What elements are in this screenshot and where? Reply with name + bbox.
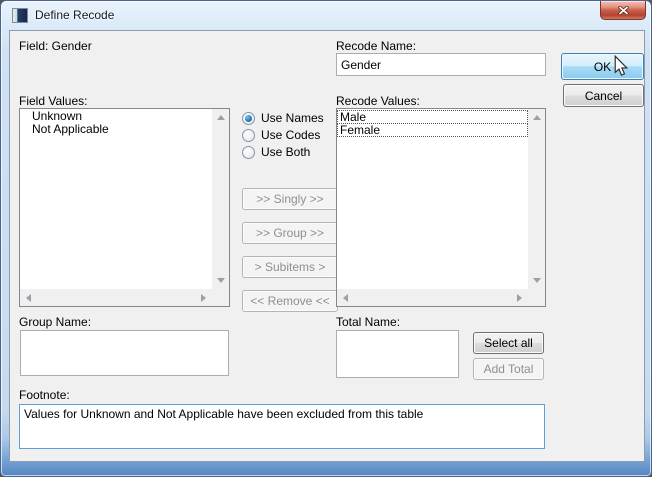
radio-unselected-icon — [242, 129, 255, 142]
cancel-button[interactable]: Cancel — [563, 84, 644, 107]
remove-button[interactable]: << Remove << — [242, 290, 338, 312]
group-button[interactable]: >> Group >> — [242, 222, 338, 244]
recode-values-label: Recode Values: — [336, 94, 420, 108]
radio-use-both[interactable]: Use Both — [242, 145, 310, 159]
footnote-label: Footnote: — [19, 388, 70, 402]
scroll-right-icon[interactable] — [517, 294, 522, 302]
close-button[interactable] — [600, 1, 646, 20]
scroll-right-icon[interactable] — [201, 294, 206, 302]
vertical-scrollbar[interactable] — [212, 109, 229, 289]
field-label: Field: Gender — [19, 39, 92, 53]
radio-use-names[interactable]: Use Names — [242, 111, 324, 125]
scroll-down-icon[interactable] — [533, 278, 541, 283]
define-recode-dialog: Define Recode Field: Gender Recode Name:… — [0, 0, 652, 477]
vertical-scrollbar[interactable] — [528, 109, 545, 289]
close-icon — [618, 6, 629, 15]
scrollbar-corner — [528, 289, 545, 306]
horizontal-scrollbar[interactable] — [337, 289, 528, 306]
recode-values-listbox[interactable]: Male Female — [336, 108, 546, 307]
scroll-left-icon[interactable] — [26, 294, 31, 302]
horizontal-scrollbar[interactable] — [20, 289, 212, 306]
recode-name-input[interactable] — [336, 53, 546, 76]
total-name-label: Total Name: — [336, 315, 400, 329]
group-name-label: Group Name: — [19, 315, 91, 329]
field-values-label: Field Values: — [19, 94, 87, 108]
list-item[interactable]: Female — [337, 123, 528, 137]
dialog-body: Field: Gender Recode Name: OK Cancel Fie… — [9, 30, 645, 462]
titlebar[interactable]: Define Recode — [1, 1, 651, 30]
scroll-up-icon[interactable] — [533, 115, 541, 120]
ok-button[interactable]: OK — [561, 53, 644, 80]
select-all-button[interactable]: Select all — [473, 332, 544, 354]
scrollbar-corner — [212, 289, 229, 306]
recode-name-label: Recode Name: — [336, 39, 416, 53]
subitems-button[interactable]: > Subitems > — [242, 256, 338, 278]
footnote-input[interactable]: Values for Unknown and Not Applicable ha… — [19, 404, 545, 449]
singly-button[interactable]: >> Singly >> — [242, 188, 338, 210]
radio-unselected-icon — [242, 146, 255, 159]
radio-use-codes[interactable]: Use Codes — [242, 128, 320, 142]
scroll-left-icon[interactable] — [343, 294, 348, 302]
field-values-listbox[interactable]: Unknown Not Applicable — [19, 108, 230, 307]
total-name-input[interactable] — [336, 330, 459, 378]
group-name-input[interactable] — [20, 330, 229, 376]
screenshot: Define Recode Field: Gender Recode Name:… — [0, 0, 652, 477]
add-total-button[interactable]: Add Total — [473, 358, 544, 380]
radio-selected-icon — [242, 112, 255, 125]
list-item[interactable]: Male — [337, 110, 528, 124]
list-item[interactable]: Not Applicable — [20, 123, 212, 136]
app-icon — [12, 8, 28, 23]
scroll-up-icon[interactable] — [217, 115, 225, 120]
scroll-down-icon[interactable] — [217, 278, 225, 283]
window-title: Define Recode — [35, 8, 114, 22]
